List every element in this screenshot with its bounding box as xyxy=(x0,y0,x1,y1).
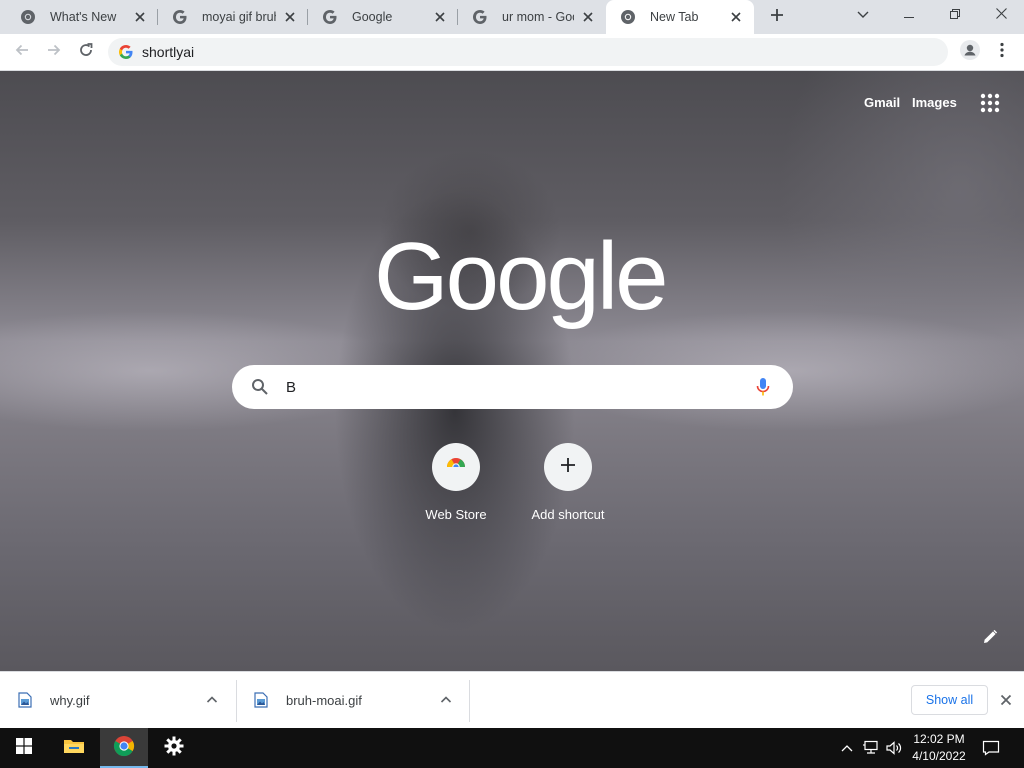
tab-google[interactable]: Google xyxy=(308,0,458,34)
download-filename: bruh-moai.gif xyxy=(286,692,362,708)
taskbar: 12:02 PM 4/10/2022 xyxy=(0,728,1024,768)
address-bar[interactable]: shortlyai xyxy=(108,38,948,66)
settings-taskbar-button[interactable] xyxy=(150,728,198,768)
close-icon[interactable] xyxy=(728,9,744,25)
shortcut-web-store[interactable]: Web Store xyxy=(400,443,512,522)
profile-button[interactable] xyxy=(958,39,982,65)
search-box[interactable]: B xyxy=(232,365,793,409)
screen: What's New moyai gif bruhh Google xyxy=(0,0,1024,768)
divider xyxy=(469,680,470,722)
minimize-button[interactable] xyxy=(886,0,932,30)
address-text: shortlyai xyxy=(142,44,195,60)
tab-search-button[interactable] xyxy=(840,0,886,30)
close-icon xyxy=(995,6,1007,24)
chrome-icon xyxy=(620,9,636,25)
chrome-taskbar-button[interactable] xyxy=(100,728,148,768)
download-filename: why.gif xyxy=(50,692,90,708)
close-icon[interactable] xyxy=(580,9,596,25)
file-explorer-button[interactable] xyxy=(50,728,98,768)
images-link[interactable]: Images xyxy=(912,95,957,110)
image-file-icon xyxy=(18,692,34,708)
network-icon[interactable] xyxy=(862,739,880,757)
close-icon[interactable] xyxy=(432,9,448,25)
close-window-button[interactable] xyxy=(978,0,1024,30)
system-clock[interactable]: 12:02 PM 4/10/2022 xyxy=(904,731,974,765)
minimize-icon xyxy=(904,6,914,24)
google-logo: Google xyxy=(374,223,669,330)
shortcut-add[interactable]: Add shortcut xyxy=(512,443,624,522)
kebab-menu-icon xyxy=(1000,42,1004,63)
restore-button[interactable] xyxy=(932,0,978,30)
forward-button[interactable] xyxy=(42,40,66,64)
gear-icon xyxy=(164,736,184,761)
tab-title: What's New xyxy=(50,10,117,24)
tab-strip: What's New moyai gif bruhh Google xyxy=(0,0,1024,34)
arrow-left-icon xyxy=(14,42,30,63)
gmail-link[interactable]: Gmail xyxy=(864,95,900,110)
search-input[interactable]: B xyxy=(286,379,751,396)
google-g-icon xyxy=(322,9,338,25)
tab-ur-mom[interactable]: ur mom - Goog xyxy=(458,0,606,34)
tab-title: Google xyxy=(352,10,393,24)
windows-logo-icon xyxy=(16,737,32,759)
close-icon[interactable] xyxy=(282,9,298,25)
search-icon xyxy=(250,377,270,397)
close-icon[interactable] xyxy=(998,692,1014,708)
tab-new-tab[interactable]: New Tab xyxy=(606,0,754,34)
close-icon[interactable] xyxy=(132,9,148,25)
folder-icon xyxy=(63,737,85,760)
chevron-up-icon[interactable] xyxy=(438,692,454,708)
arrow-right-icon xyxy=(46,42,62,63)
tab-title: moyai gif bruhh xyxy=(202,10,276,24)
chevron-down-icon xyxy=(857,6,869,24)
shortcut-label: Add shortcut xyxy=(531,507,605,522)
tab-title: New Tab xyxy=(650,10,699,24)
restore-icon xyxy=(950,6,960,24)
reload-icon xyxy=(78,42,94,63)
microphone-icon[interactable] xyxy=(751,375,775,399)
download-shelf: why.gif bruh-moai.gif Show all xyxy=(0,671,1024,728)
pencil-icon[interactable] xyxy=(982,629,1002,649)
chrome-icon xyxy=(113,735,135,762)
shortcut-tile xyxy=(544,443,592,491)
reload-button[interactable] xyxy=(74,40,98,64)
browser-toolbar: shortlyai xyxy=(0,34,1024,71)
chrome-icon xyxy=(20,9,36,25)
clock-date: 4/10/2022 xyxy=(912,749,966,763)
back-button[interactable] xyxy=(10,40,34,64)
avatar-icon xyxy=(960,39,980,65)
shortcut-tile xyxy=(432,443,480,491)
volume-icon[interactable] xyxy=(885,739,903,757)
new-tab-button[interactable] xyxy=(765,5,789,29)
download-item[interactable]: bruh-moai.gif xyxy=(236,678,469,722)
google-g-icon xyxy=(118,44,134,60)
browser-menu-button[interactable] xyxy=(990,40,1014,64)
show-all-button[interactable]: Show all xyxy=(911,685,988,715)
web-store-icon xyxy=(446,457,466,477)
new-tab-page: Gmail Images Google B Web Store Add shor… xyxy=(0,71,1024,671)
download-item[interactable]: why.gif xyxy=(0,678,236,722)
chevron-up-icon[interactable] xyxy=(838,739,856,757)
google-g-icon xyxy=(172,9,188,25)
plus-icon xyxy=(561,457,575,477)
plus-icon xyxy=(770,8,784,27)
clock-time: 12:02 PM xyxy=(913,732,965,746)
image-file-icon xyxy=(254,692,270,708)
start-button[interactable] xyxy=(0,728,48,768)
google-g-icon xyxy=(472,9,488,25)
shortcut-label: Web Store xyxy=(425,507,487,522)
apps-grid-icon[interactable] xyxy=(978,91,1002,115)
notification-icon[interactable] xyxy=(982,739,1000,757)
tab-title: ur mom - Goog xyxy=(502,10,574,24)
tab-whats-new[interactable]: What's New xyxy=(6,0,158,34)
tab-moyai-gif[interactable]: moyai gif bruhh xyxy=(158,0,308,34)
chevron-up-icon[interactable] xyxy=(204,692,220,708)
